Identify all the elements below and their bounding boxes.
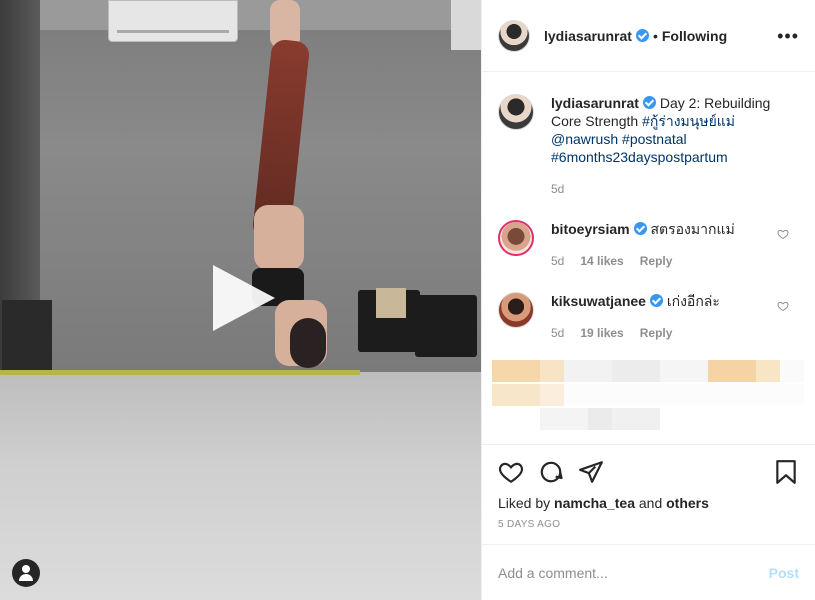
user-tag-icon[interactable] — [12, 559, 40, 587]
verified-badge-icon — [642, 96, 656, 109]
scene-floor — [0, 372, 481, 600]
action-bar: Liked by namcha_tea and others 5 DAYS AG… — [482, 444, 815, 530]
scene-cushion — [376, 288, 406, 318]
comment-icon[interactable] — [538, 459, 564, 485]
comment-likes[interactable]: 19 likes — [580, 324, 623, 342]
caption-username[interactable]: lydiasarunrat — [551, 95, 639, 111]
post-header: lydiasarunrat • Following ••• — [482, 0, 815, 72]
scene-panel — [451, 0, 481, 50]
comment-text: สตรองมากแม่ — [650, 221, 735, 237]
hashtag-link[interactable]: #postnatal — [622, 131, 687, 147]
comments-list: lydiasarunrat Day 2: Rebuilding Core Str… — [482, 72, 815, 444]
person-torso — [254, 205, 304, 270]
post-caption: lydiasarunrat Day 2: Rebuilding Core Str… — [498, 94, 799, 198]
commenter-username[interactable]: kiksuwatjanee — [551, 293, 646, 309]
heart-icon[interactable] — [498, 459, 524, 485]
caption-avatar[interactable] — [498, 94, 534, 130]
post-sidebar: lydiasarunrat • Following ••• lydiasarun… — [481, 0, 815, 600]
verified-badge-icon — [635, 29, 649, 42]
comment-body: bitoeyrsiam สตรองมากแม่ 5d 14 likes Repl… — [551, 220, 799, 270]
liked-by-others[interactable]: others — [666, 495, 709, 511]
bookmark-icon[interactable] — [773, 459, 799, 485]
caption-body: lydiasarunrat Day 2: Rebuilding Core Str… — [551, 94, 799, 198]
liked-by-user[interactable]: namcha_tea — [554, 495, 635, 511]
air-conditioner — [108, 0, 238, 42]
author-username[interactable]: lydiasarunrat — [544, 28, 632, 44]
comment-heart-icon[interactable] — [777, 300, 789, 312]
comment-likes[interactable]: 14 likes — [580, 252, 623, 270]
more-horizontal-icon[interactable]: ••• — [777, 27, 799, 45]
comment-age: 5d — [551, 254, 565, 268]
comment-input[interactable] — [498, 564, 769, 581]
comment-meta: 5d 14 likes Reply — [551, 252, 799, 270]
commenter-username[interactable]: bitoeyrsiam — [551, 221, 630, 237]
comment-text: เก่งอีกล่ะ — [666, 293, 720, 309]
comment-meta: 5d 19 likes Reply — [551, 324, 799, 342]
comment-heart-icon[interactable] — [777, 228, 789, 240]
reply-button[interactable]: Reply — [640, 324, 673, 342]
post-video[interactable] — [0, 0, 481, 600]
reply-button[interactable]: Reply — [640, 252, 673, 270]
liked-by-line: Liked by namcha_tea and others — [498, 495, 799, 511]
comment-body: kiksuwatjanee เก่งอีกล่ะ 5d 19 likes Rep… — [551, 292, 799, 342]
scene-stool — [2, 300, 52, 370]
person-head — [290, 318, 326, 368]
scene-chair — [415, 295, 477, 357]
send-icon[interactable] — [578, 459, 604, 485]
comment-age: 5d — [551, 326, 565, 340]
caption-meta: 5d — [551, 180, 799, 198]
yoga-mat — [0, 370, 360, 375]
verified-badge-icon — [649, 294, 663, 307]
liked-by-conjunction: and — [638, 495, 663, 511]
author-avatar[interactable] — [498, 19, 530, 52]
header-separator: • — [652, 27, 658, 44]
post-comment-button[interactable]: Post — [769, 565, 799, 581]
action-icons — [498, 455, 799, 489]
commenter-avatar[interactable] — [498, 220, 534, 256]
play-icon[interactable] — [213, 265, 275, 331]
caption-age: 5d — [551, 182, 565, 196]
commenter-avatar[interactable] — [498, 292, 534, 328]
hashtag-link[interactable]: #6months23dayspostpartum — [551, 149, 728, 165]
comment-item: kiksuwatjanee เก่งอีกล่ะ 5d 19 likes Rep… — [498, 292, 799, 342]
mention-link[interactable]: @nawrush — [551, 131, 618, 147]
comment-item: bitoeyrsiam สตรองมากแม่ 5d 14 likes Repl… — [498, 220, 799, 270]
verified-badge-icon — [633, 222, 647, 235]
following-button[interactable]: Following — [662, 28, 727, 44]
post-time-ago[interactable]: 5 DAYS AGO — [498, 519, 799, 530]
instagram-post: lydiasarunrat • Following ••• lydiasarun… — [0, 0, 815, 600]
hashtag-link[interactable]: #กู้ร่างมนุษย์แม่ — [642, 113, 735, 129]
scene-ceiling — [0, 0, 481, 30]
add-comment-form: Post — [482, 544, 815, 600]
pixelated-content — [492, 360, 804, 440]
liked-by-prefix: Liked by — [498, 495, 551, 511]
